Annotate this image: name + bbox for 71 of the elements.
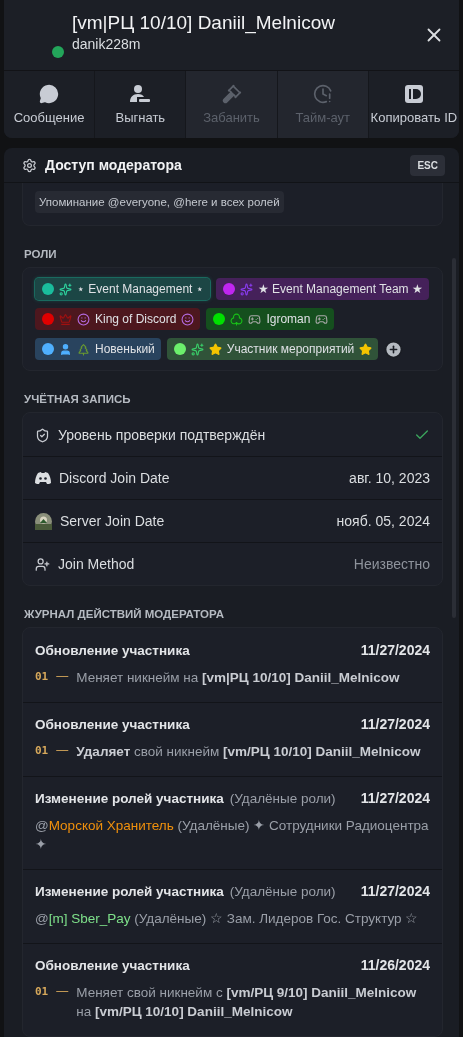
action-button[interactable]: Сообщение: [4, 71, 96, 138]
role-name: ★ Event Management Team ★: [257, 282, 423, 296]
permission-tag: Упоминание @everyone, @here и всех ролей: [35, 191, 284, 213]
role-name: Новенький: [95, 342, 155, 356]
controller-icon: [35, 472, 51, 484]
role-mention[interactable]: [m] Sber_Pay: [48, 911, 131, 926]
row-label: Уровень проверки подтверждён: [58, 427, 267, 443]
sparkle-icon: [190, 342, 204, 356]
tree-icon: [77, 342, 90, 356]
section-heading: ЖУРНАЛ ДЕЙСТВИЙ МОДЕРАТОРА: [24, 608, 225, 620]
add-user-icon: [35, 556, 50, 572]
change-number: 01: [35, 669, 49, 685]
log-subtitle: (Удалёные роли): [229, 884, 337, 899]
change-dash: —: [56, 983, 69, 1000]
log-text: Меняет никнейм на [vm|РЦ 10/10] Daniil_Melnicow: [76, 669, 400, 687]
row-value: Неизвестно: [353, 556, 430, 572]
row-label: Server Join Date: [60, 513, 166, 529]
section-heading: УЧЁТНАЯ ЗАПИСЬ: [24, 393, 132, 405]
row-label: Join Method: [58, 556, 136, 572]
gavel-icon: [221, 84, 242, 104]
log-date: 11/27/2024: [360, 790, 430, 806]
log-text: @Морской Хранитель (Удалёные) ✦ Сотрудники Радиоцентра ✦: [35, 817, 430, 854]
role-tag[interactable]: Участник мероприятий: [166, 338, 379, 360]
role-name: ⋆ Event Management ⋆: [77, 282, 204, 296]
row-value: авг. 10, 2023: [349, 470, 430, 486]
log-text: Меняет свой никнейм с [vm/РЦ 9/10] Daniil_Melnicow на [vm/РЦ 10/10] Daniil_Melnicow: [76, 984, 418, 1021]
row-value: нояб. 05, 2024: [336, 513, 430, 529]
message-icon: [39, 84, 60, 104]
section-heading: РОЛИ: [24, 248, 58, 260]
id-card-icon: [403, 84, 424, 104]
settings-icon: [22, 157, 37, 173]
log-date: 11/27/2024: [360, 716, 430, 732]
role-name: Igroman: [266, 312, 311, 326]
panel-title: Доступ модератора: [45, 157, 183, 173]
role-mention[interactable]: Морской Хранитель: [48, 818, 174, 833]
row-label: Discord Join Date: [59, 470, 171, 486]
username: danik228m: [72, 36, 142, 52]
log-title: Изменение ролей участника: [35, 884, 224, 899]
change-number: 01: [35, 984, 49, 1000]
log-date: 11/27/2024: [360, 883, 430, 899]
log-title: Изменение ролей участника: [35, 791, 224, 806]
log-title: Обновление участника: [35, 643, 190, 658]
role-tag[interactable]: King of Discord: [35, 308, 201, 330]
log-text: Удаляет свой никнейм [vm/РЦ 10/10] Daniil_Melnicow: [76, 743, 421, 761]
change-dash: —: [56, 742, 69, 759]
person-icon: [59, 342, 72, 356]
role-tag[interactable]: ★ Event Management Team ★: [215, 278, 429, 300]
log-text: @[m] Sber_Pay (Удалёные) ☆ Зам. Лидеров Гос. Структур ☆: [35, 910, 419, 928]
display-name: [vm|РЦ 10/10] Daniil_Melnicow: [72, 12, 336, 34]
add-role-icon[interactable]: [384, 339, 404, 359]
role-tag[interactable]: Igroman: [206, 308, 335, 330]
log-subtitle: (Удалёные роли): [229, 791, 337, 806]
shield-icon: [35, 427, 50, 443]
sparkle-icon: [239, 282, 253, 296]
esc-key-hint[interactable]: ESC: [410, 154, 445, 176]
role-tag[interactable]: Новенький: [35, 338, 161, 360]
sparkle-icon: [59, 282, 72, 296]
change-number: 01: [35, 743, 49, 759]
log-title: Обновление участника: [35, 958, 190, 973]
log-title: Обновление участника: [35, 717, 190, 732]
clock-warning-icon: [312, 84, 333, 104]
crown-icon: [59, 312, 72, 326]
kick-member-icon: [129, 84, 152, 104]
log-date: 11/27/2024: [360, 642, 430, 658]
role-tag[interactable]: ⋆ Event Management ⋆: [35, 278, 210, 300]
role-name: King of Discord: [95, 312, 177, 326]
star-icon: [359, 342, 373, 356]
change-dash: —: [56, 668, 69, 685]
star-icon: [208, 342, 222, 356]
log-date: 11/26/2024: [360, 957, 430, 973]
role-name: Участник мероприятий: [226, 342, 355, 356]
